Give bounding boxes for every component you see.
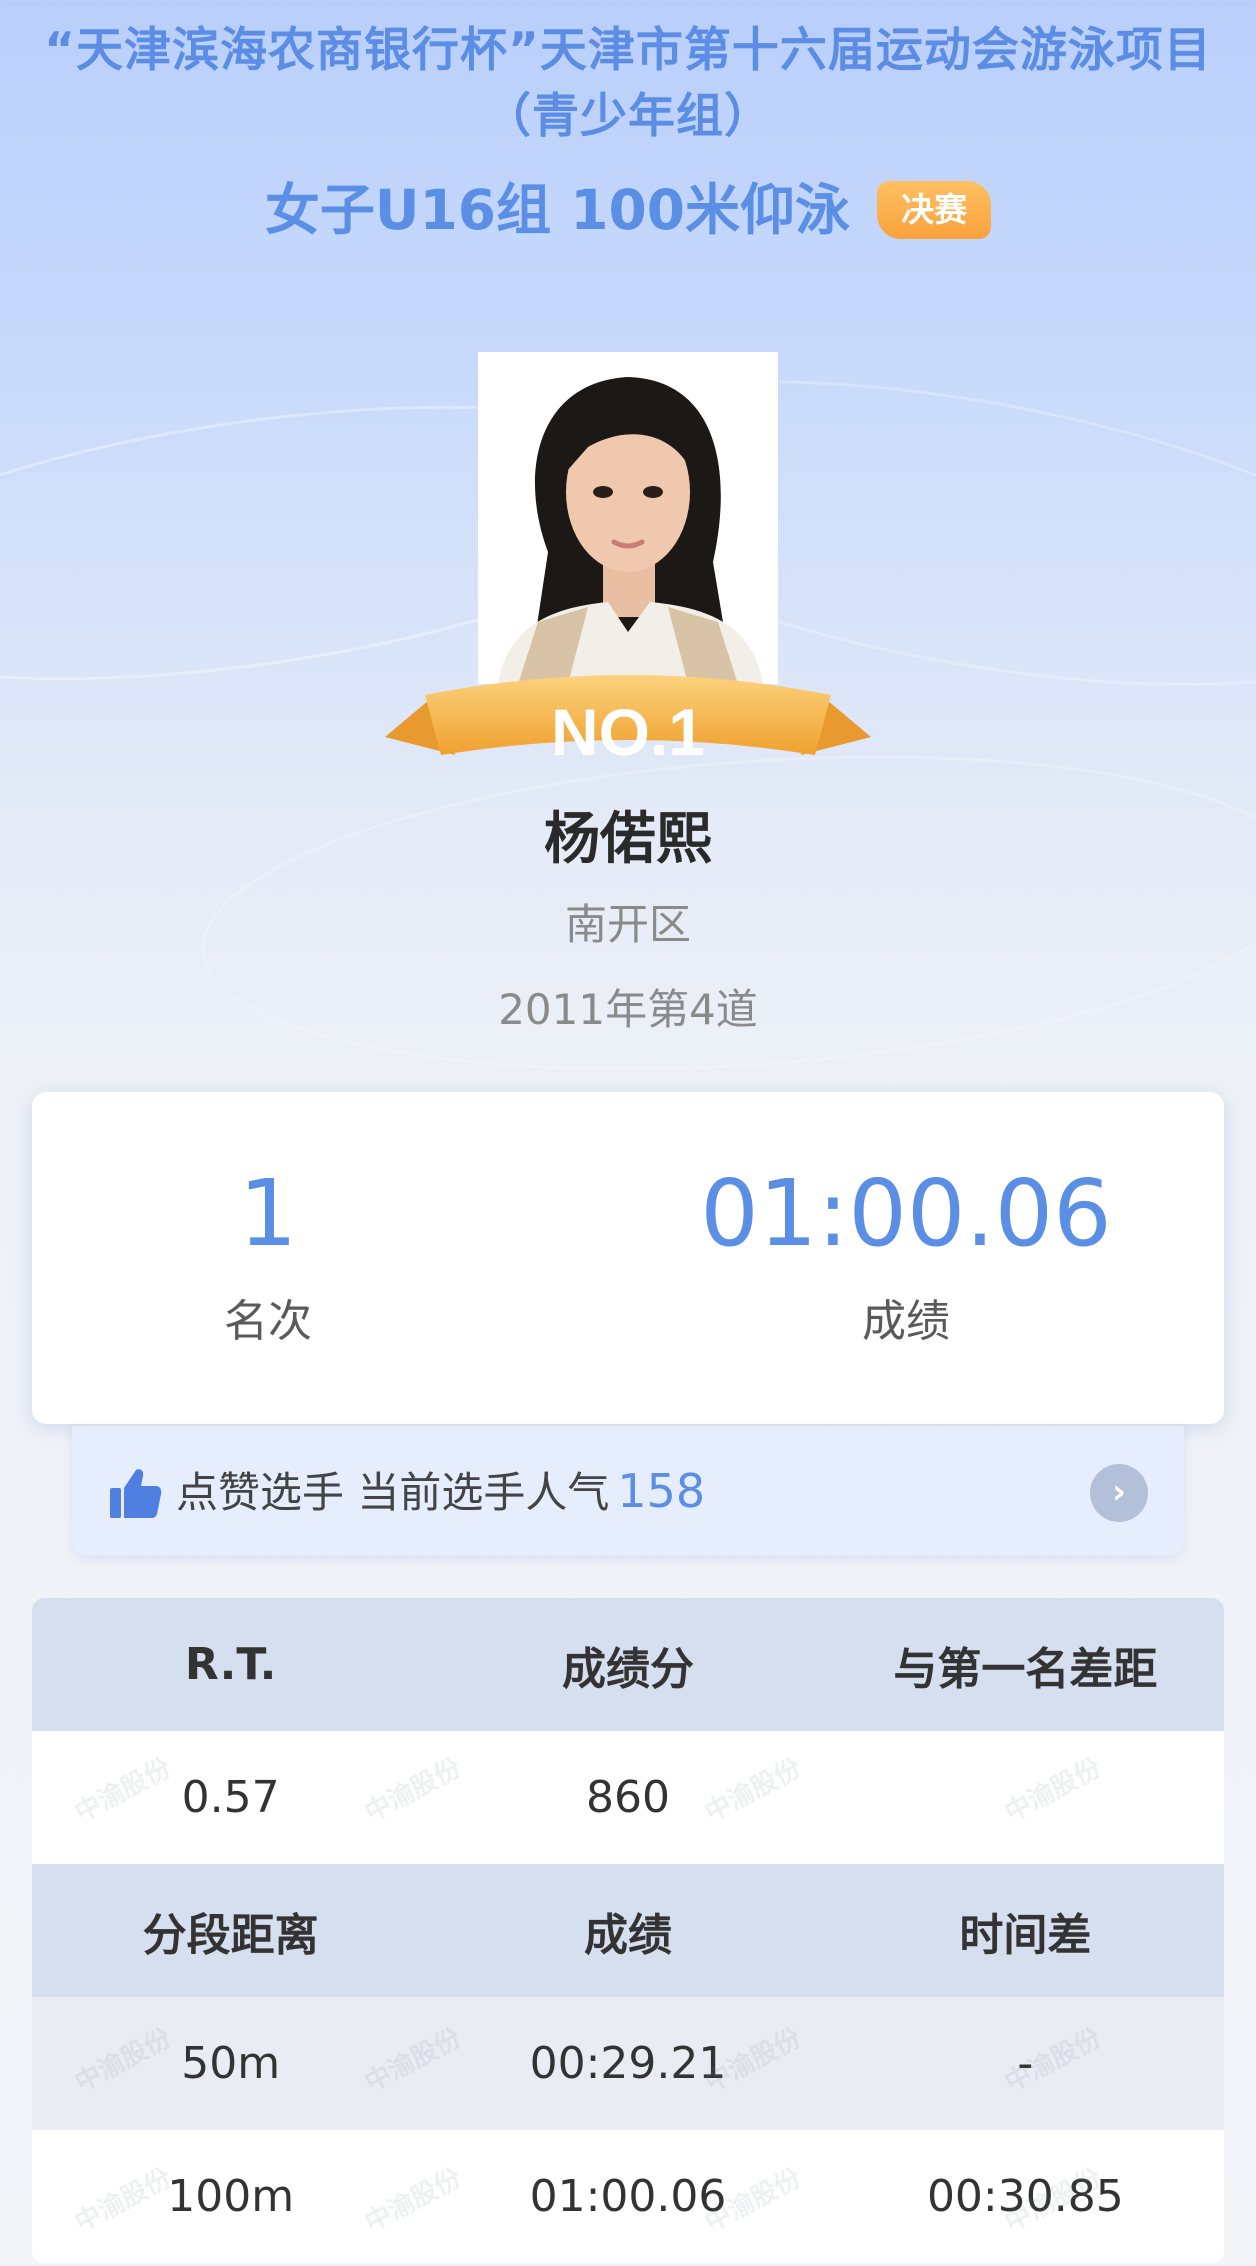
time-block: 01:00.06 成绩: [628, 1092, 1224, 1424]
split-distance: 50m: [32, 1997, 430, 2130]
time-label: 成绩: [862, 1296, 950, 1347]
reaction-time: 0.57: [32, 1731, 430, 1864]
event-title-line1: “天津滨海农商银行杯”天津市第十六届运动会游泳项目: [44, 23, 1212, 78]
popularity-count: 158: [617, 1464, 706, 1518]
stats-table: R.T. 成绩分 与第一名差距 0.57 860 分段距离 成绩 时间差 50m…: [32, 1598, 1224, 2263]
table-row: 100m 01:00.06 00:30.85: [32, 2130, 1224, 2263]
header-split-diff: 时间差: [826, 1864, 1224, 1997]
athlete-birth-lane: 2011年第4道: [498, 985, 758, 1034]
like-label: 点赞选手 当前选手人气: [176, 1468, 610, 1517]
chevron-right-icon[interactable]: ›: [1090, 1464, 1148, 1522]
split-diff: -: [826, 1997, 1224, 2130]
header-rt: R.T.: [32, 1598, 430, 1731]
summary-row: 0.57 860: [32, 1731, 1224, 1864]
rank-ribbon-text: NO.1: [551, 695, 705, 769]
split-time: 01:00.06: [429, 2130, 827, 2263]
thumbs-up-icon: [110, 1469, 162, 1518]
header-score: 成绩分: [429, 1598, 827, 1731]
rank-block: 1 名次: [32, 1092, 628, 1424]
rank-value: 1: [238, 1160, 298, 1267]
splits-header-row: 分段距离 成绩 时间差: [32, 1864, 1224, 1997]
event-title-line2: （青少年组）: [484, 89, 772, 144]
gap-to-first: [826, 1731, 1224, 1864]
summary-header-row: R.T. 成绩分 与第一名差距: [32, 1598, 1224, 1731]
stage-badge: 决赛: [877, 181, 992, 239]
event-title: “天津滨海农商银行杯”天津市第十六届运动会游泳项目 （青少年组）: [0, 18, 1256, 150]
event-category: 女子U16组 100米仰泳: [264, 178, 851, 242]
header-gap: 与第一名差距: [826, 1598, 1224, 1731]
rank-ribbon: NO.1: [385, 675, 871, 769]
split-diff: 00:30.85: [826, 2130, 1224, 2263]
time-value: 01:00.06: [700, 1160, 1112, 1267]
table-row: 50m 00:29.21 -: [32, 1997, 1224, 2130]
header-split-distance: 分段距离: [32, 1864, 430, 1997]
result-card: 1 名次 01:00.06 成绩: [32, 1092, 1224, 1424]
rank-label: 名次: [224, 1296, 312, 1347]
athlete-name: 杨偌熙: [544, 807, 712, 872]
athlete-photo: [478, 352, 778, 684]
header-split-time: 成绩: [429, 1864, 827, 1997]
split-distance: 100m: [32, 2130, 430, 2263]
like-athlete-bar[interactable]: 点赞选手 当前选手人气 158 ›: [72, 1426, 1184, 1556]
event-subtitle-row: 女子U16组 100米仰泳 决赛: [0, 170, 1256, 250]
split-time: 00:29.21: [429, 1997, 827, 2130]
score-points: 860: [429, 1731, 827, 1864]
athlete-team: 南开区: [564, 900, 691, 949]
like-text: 点赞选手 当前选手人气 158: [176, 1460, 705, 1524]
